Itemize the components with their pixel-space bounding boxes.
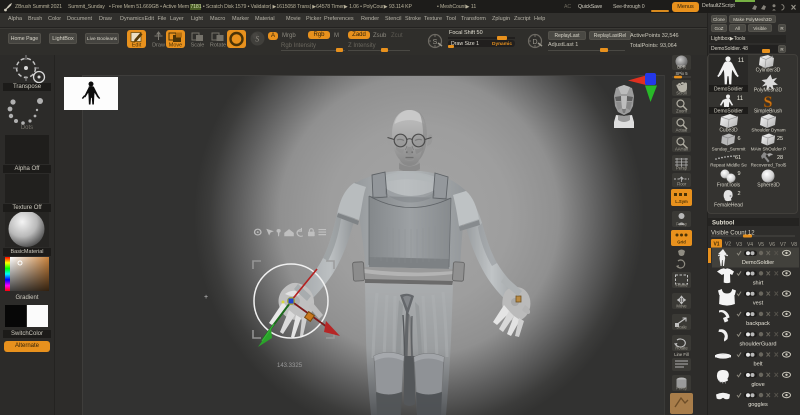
svg-text:Scale: Scale: [191, 43, 205, 49]
svg-text:25: 25: [777, 136, 783, 142]
svg-text:shirt: shirt: [753, 280, 764, 286]
svg-text:Line Fill: Line Fill: [674, 352, 688, 357]
svg-text:SPix 5: SPix 5: [675, 71, 688, 76]
svg-text:Sphere3D: Sphere3D: [757, 183, 780, 189]
svg-text:V7: V7: [780, 242, 786, 248]
svg-text:V5: V5: [758, 242, 764, 248]
svg-text:FemaleHead: FemaleHead: [714, 203, 743, 209]
svg-text:MAin ShOulder P: MAin ShOulder P: [751, 147, 787, 152]
svg-text:Scale: Scale: [676, 325, 687, 330]
svg-text:Rotate: Rotate: [210, 43, 226, 49]
svg-text:Persp: Persp: [676, 386, 688, 391]
svg-text:S: S: [255, 35, 259, 44]
svg-text:V3: V3: [736, 242, 742, 248]
svg-text:AAHalf: AAHalf: [675, 147, 689, 152]
svg-text:Recovered_Tool5: Recovered_Tool5: [751, 163, 787, 168]
svg-text:Zoom: Zoom: [676, 109, 687, 114]
svg-text:Move: Move: [676, 304, 687, 309]
svg-text:Grid: Grid: [677, 240, 686, 245]
svg-text:Edit: Edit: [132, 43, 142, 49]
svg-text:V6: V6: [769, 242, 775, 248]
svg-text:6: 6: [737, 136, 740, 142]
svg-text:V1: V1: [713, 242, 719, 248]
svg-text:Persp: Persp: [676, 222, 688, 227]
svg-text:S: S: [433, 39, 438, 46]
svg-text:backpack: backpack: [746, 321, 770, 327]
svg-text:V4: V4: [747, 242, 753, 248]
svg-text:Scroll: Scroll: [676, 91, 687, 96]
svg-text:Repeat Middle Se: Repeat Middle Se: [710, 163, 747, 168]
svg-text:V8: V8: [791, 242, 797, 248]
svg-text:Sunday_Summit: Sunday_Summit: [712, 147, 746, 152]
svg-text:Floor: Floor: [677, 182, 687, 187]
svg-text:61: 61: [735, 155, 741, 161]
svg-text:FrontTools: FrontTools: [717, 183, 741, 189]
svg-text:Shoulder Dynam: Shoulder Dynam: [751, 128, 785, 133]
svg-text:vest: vest: [753, 301, 764, 307]
svg-text:9: 9: [737, 171, 740, 177]
svg-text:Subtool: Subtool: [712, 221, 735, 227]
svg-text:11: 11: [738, 58, 745, 64]
svg-text:Move: Move: [169, 43, 182, 49]
svg-text:Rotate: Rotate: [675, 346, 688, 351]
svg-text:Draw: Draw: [152, 43, 165, 49]
svg-text:V2: V2: [725, 242, 731, 248]
svg-text:D: D: [532, 39, 537, 46]
svg-text:Cylinder3D: Cylinder3D: [756, 68, 781, 74]
svg-text:DemoSoldier: DemoSoldier: [714, 109, 743, 115]
svg-text:glove: glove: [751, 382, 764, 388]
svg-text:11: 11: [737, 96, 744, 102]
svg-text:L.Sym: L.Sym: [675, 199, 688, 204]
svg-text:Frame: Frame: [675, 283, 688, 288]
svg-text:shoulderGuard: shoulderGuard: [739, 341, 776, 347]
svg-text:Persp: Persp: [676, 166, 688, 171]
svg-text:DemoSoldier: DemoSoldier: [714, 87, 743, 93]
svg-text:goggles: goggles: [748, 402, 768, 408]
svg-text:Cube3D: Cube3D: [719, 128, 738, 134]
svg-text:Actual: Actual: [676, 128, 688, 133]
svg-text:DemoSoldier: DemoSoldier: [742, 260, 774, 266]
svg-text:BPR: BPR: [677, 65, 686, 70]
svg-text:belt: belt: [753, 362, 762, 368]
svg-text:28: 28: [777, 155, 783, 161]
svg-text:SimpleBrush: SimpleBrush: [754, 109, 783, 115]
svg-text:2: 2: [737, 191, 740, 197]
svg-text:PolyMesh3D: PolyMesh3D: [754, 88, 783, 94]
